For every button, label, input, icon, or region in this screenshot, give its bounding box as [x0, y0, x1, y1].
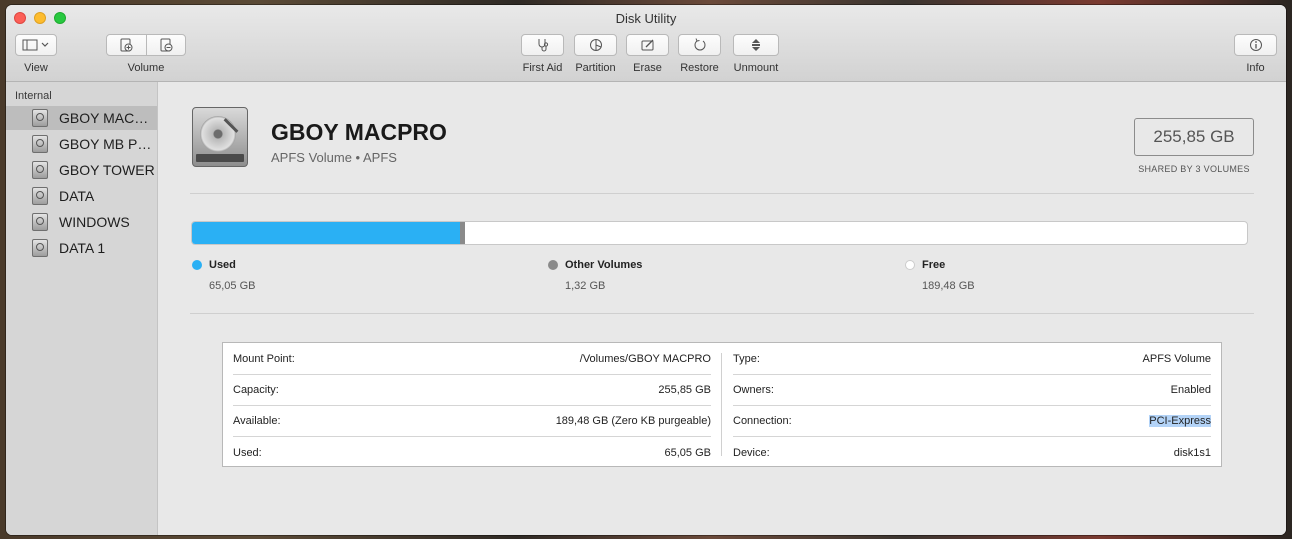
info-label: Capacity:	[233, 384, 279, 396]
restore-button[interactable]	[678, 34, 721, 56]
info-table: Mount Point: /Volumes/GBOY MACPRO Capaci…	[222, 342, 1222, 467]
sidebar-item-label: WINDOWS	[59, 214, 130, 230]
sidebar-item-label: GBOY MACPRO	[59, 110, 155, 126]
other-volumes-color-dot	[548, 260, 558, 270]
legend-other-value: 1,32 GB	[565, 280, 606, 292]
info-column-left: Mount Point: /Volumes/GBOY MACPRO Capaci…	[223, 343, 721, 466]
info-label: Type:	[733, 353, 760, 365]
restore-arrow-icon	[694, 38, 705, 51]
sidebar-item-label: DATA	[59, 188, 95, 204]
remove-volume-icon	[160, 38, 173, 52]
info-value-selected[interactable]: PCI-Express	[1149, 415, 1211, 427]
unmount-label: Unmount	[733, 62, 779, 74]
disk-utility-window: Disk Utility View Volume First Aid Parti…	[6, 5, 1286, 535]
usage-bar-other-volumes	[459, 222, 466, 244]
info-label: Available:	[233, 415, 281, 427]
info-value: APFS Volume	[1142, 353, 1211, 365]
view-label: View	[24, 62, 48, 74]
info-value: 255,85 GB	[658, 384, 711, 396]
info-row-used: Used: 65,05 GB	[233, 437, 711, 468]
legend-used-name: Used	[209, 259, 236, 271]
info-row-capacity: Capacity: 255,85 GB	[233, 375, 711, 406]
legend-free-value: 189,48 GB	[922, 280, 975, 292]
sidebar-item-gboy-mb-pro[interactable]: GBOY MB PRO	[6, 132, 157, 156]
add-volume-icon	[120, 38, 133, 52]
usage-bar	[191, 221, 1248, 245]
erase-label: Erase	[633, 62, 662, 74]
volume-details: GBOY MACPRO APFS Volume • APFS 255,85 GB…	[158, 82, 1286, 535]
unmount-button[interactable]	[733, 34, 779, 56]
sidebar-section-internal: Internal	[15, 90, 52, 102]
divider	[190, 193, 1254, 194]
volume-subtitle: APFS Volume • APFS	[271, 150, 397, 165]
free-color-dot	[905, 260, 915, 270]
volume-label: Volume	[127, 62, 165, 74]
first-aid-button[interactable]	[521, 34, 564, 56]
volume-name: GBOY MACPRO	[271, 119, 447, 145]
info-label: Info	[1246, 62, 1265, 74]
sidebar-item-label: GBOY TOWER	[59, 162, 155, 178]
sidebar-item-windows[interactable]: WINDOWS	[6, 210, 157, 234]
sidebar: Internal GBOY MACPRO GBOY MB PRO GBOY TO…	[6, 82, 158, 535]
info-icon	[1249, 39, 1262, 51]
add-volume-button[interactable]	[107, 35, 146, 55]
window-title: Disk Utility	[615, 11, 677, 26]
legend-free-name: Free	[922, 259, 946, 271]
used-color-dot	[192, 260, 202, 270]
partition-button[interactable]	[574, 34, 617, 56]
volume-disk-icon	[32, 135, 48, 153]
restore-label: Restore	[680, 62, 719, 74]
sidebar-item-data[interactable]: DATA	[6, 184, 157, 208]
info-label: Owners:	[733, 384, 774, 396]
info-row-connection: Connection: PCI-Express	[733, 406, 1211, 437]
info-label: Connection:	[733, 415, 792, 427]
partition-label: Partition	[575, 62, 616, 74]
info-label: Used:	[233, 446, 262, 459]
info-value: 65,05 GB	[664, 446, 711, 459]
pie-partition-icon	[589, 39, 602, 51]
info-label: Mount Point:	[233, 353, 295, 365]
erase-disk-icon	[641, 39, 653, 51]
usage-bar-used	[192, 222, 460, 244]
sidebar-item-label: GBOY MB PRO	[59, 136, 155, 152]
sidebar-item-data-1[interactable]: DATA 1	[6, 236, 157, 260]
stethoscope-icon	[538, 39, 548, 52]
volume-disk-icon	[32, 161, 48, 179]
info-button[interactable]	[1234, 34, 1277, 56]
volume-disk-icon	[32, 239, 48, 257]
erase-button[interactable]	[626, 34, 669, 56]
info-row-mount-point: Mount Point: /Volumes/GBOY MACPRO	[233, 344, 711, 375]
volume-disk-icon	[32, 213, 48, 231]
info-row-device: Device: disk1s1	[733, 437, 1211, 468]
view-button[interactable]	[15, 34, 57, 56]
volume-segment	[106, 34, 186, 56]
sidebar-item-gboy-tower[interactable]: GBOY TOWER	[6, 158, 157, 182]
volume-disk-icon	[32, 109, 48, 127]
info-value: disk1s1	[1173, 446, 1211, 459]
info-column-right: Type: APFS Volume Owners: Enabled Connec…	[723, 343, 1221, 466]
volume-disk-icon	[32, 187, 48, 205]
info-value: Enabled	[1170, 384, 1211, 396]
toolbar: Disk Utility View Volume First Aid Parti…	[6, 5, 1286, 82]
unmount-icon	[752, 39, 760, 51]
info-row-owners: Owners: Enabled	[733, 375, 1211, 406]
legend-other-name: Other Volumes	[565, 259, 643, 271]
sidebar-toggle-icon	[22, 39, 49, 51]
legend-used-value: 65,05 GB	[209, 280, 256, 292]
info-label: Device:	[733, 446, 770, 459]
first-aid-label: First Aid	[522, 62, 563, 74]
info-value: /Volumes/GBOY MACPRO	[579, 353, 711, 365]
divider	[190, 313, 1254, 314]
shared-volumes-caption: SHARED BY 3 VOLUMES	[1138, 164, 1250, 174]
sidebar-item-label: DATA 1	[59, 240, 106, 256]
info-value: 189,48 GB (Zero KB purgeable)	[555, 415, 711, 427]
column-divider	[721, 353, 722, 456]
sidebar-item-gboy-macpro[interactable]: GBOY MACPRO	[6, 106, 157, 130]
info-row-available: Available: 189,48 GB (Zero KB purgeable)	[233, 406, 711, 437]
remove-volume-button[interactable]	[145, 35, 186, 55]
volume-size-box: 255,85 GB	[1134, 118, 1254, 156]
info-row-type: Type: APFS Volume	[733, 344, 1211, 375]
hard-disk-icon	[192, 107, 248, 167]
